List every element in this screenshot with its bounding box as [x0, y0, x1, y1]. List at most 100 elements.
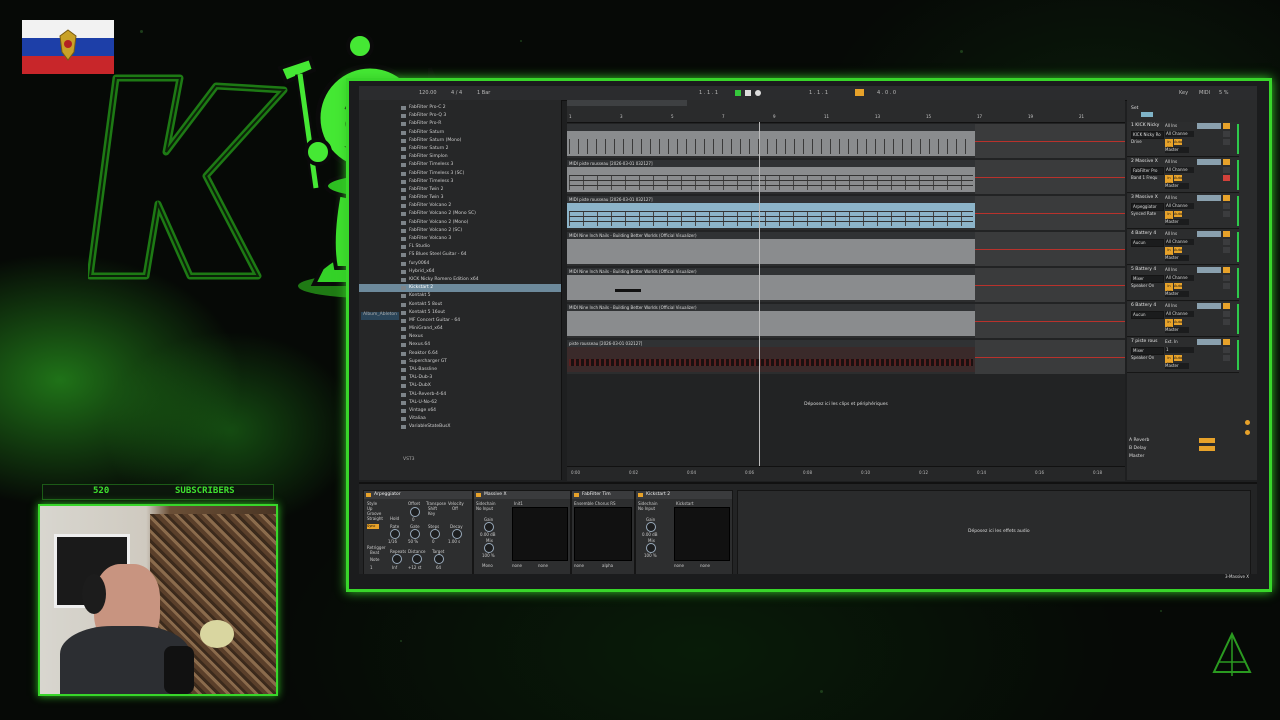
clip[interactable]	[567, 203, 975, 228]
track-lane[interactable]	[567, 124, 1125, 158]
param-chooser[interactable]: Drive	[1131, 139, 1142, 144]
return-b-send[interactable]	[1199, 446, 1215, 451]
browser-item[interactable]: FabFilter Pro-Q 3	[359, 112, 561, 120]
track-activator[interactable]	[1223, 339, 1230, 345]
clip[interactable]	[567, 311, 975, 336]
distance-knob[interactable]	[412, 554, 422, 564]
arm-button[interactable]	[1223, 283, 1230, 289]
solo-button[interactable]	[1223, 311, 1230, 317]
param-select[interactable]: none	[538, 563, 548, 568]
volume-slider[interactable]	[1197, 267, 1221, 273]
browser-item[interactable]: TAL-DubX	[359, 382, 561, 390]
volume-slider[interactable]	[1197, 231, 1221, 237]
clip-name[interactable]: MIDI Nine Inch Nails - Building Better W…	[567, 304, 977, 311]
track-activator[interactable]	[1223, 303, 1230, 309]
browser-item[interactable]: FabFilter Twin 2	[359, 186, 561, 194]
tempo-display[interactable]: 120.00	[419, 90, 437, 96]
track-lane[interactable]: MIDI Nine Inch Nails - Building Better W…	[567, 232, 1125, 266]
monitor-buttons[interactable]: InAutoOff	[1165, 283, 1189, 295]
input-type[interactable]: All Ins	[1165, 123, 1177, 128]
param-select[interactable]: alpha	[602, 563, 613, 568]
monitor-buttons[interactable]: InAutoOff	[1165, 175, 1189, 187]
channel-chooser[interactable]: All Channe	[1165, 131, 1194, 137]
track-name[interactable]: 7 piste rous	[1131, 339, 1157, 344]
browser-item[interactable]: FabFilter Pro-R	[359, 120, 561, 128]
device-chooser[interactable]: Arpeggiator	[1131, 203, 1164, 211]
param-select[interactable]: none	[512, 563, 522, 568]
volume-slider[interactable]	[1197, 303, 1221, 309]
velocity-value[interactable]: Off	[452, 506, 458, 511]
mix-knob[interactable]	[646, 543, 656, 553]
browser-item[interactable]: FabFilter Volcano 2 (SC)	[359, 227, 561, 235]
browser-item[interactable]: Vintage x64	[359, 407, 561, 415]
solo-button[interactable]	[1223, 167, 1230, 173]
browser-item-vst3[interactable]: VST3	[403, 457, 415, 462]
arrangement-ruler[interactable]: 1 3 5 7 9 11 13 15 17 19 21	[567, 100, 1125, 123]
kickstart-plugin-display[interactable]	[674, 507, 730, 561]
track-name[interactable]: 3 Massive X	[1131, 195, 1158, 200]
fabfilter-plugin-display[interactable]	[574, 507, 632, 561]
session-toggle[interactable]	[1141, 112, 1153, 117]
monitor-1[interactable]: Auto	[1174, 319, 1182, 325]
device-chooser[interactable]: Mixer	[1131, 275, 1164, 283]
kickstart-title[interactable]: Kickstart 2	[636, 491, 732, 499]
browser-item[interactable]: FabFilter Volcano 2 (Mono SC)	[359, 210, 561, 218]
mixer-strip[interactable]: 6 Battery 4 All InsAucunAll Channe InAutoO…	[1127, 302, 1239, 337]
arm-button[interactable]	[1223, 319, 1230, 325]
output-chooser[interactable]: Master	[1165, 255, 1189, 261]
browser-item[interactable]: FabFilter Pro-C 2	[359, 104, 561, 112]
track-activator[interactable]	[1223, 231, 1230, 237]
track-name[interactable]: 1 KICK Nicky	[1131, 123, 1159, 128]
track-lane[interactable]: MIDI piste rousseau [2026-03-01 032127]	[567, 160, 1125, 194]
monitor-1[interactable]: Auto	[1174, 211, 1182, 217]
record-button[interactable]	[755, 90, 761, 96]
input-type[interactable]: All Ins	[1165, 231, 1177, 236]
play-button[interactable]	[735, 90, 741, 96]
target-knob[interactable]	[434, 554, 444, 564]
browser-item[interactable]: Nexus	[359, 333, 561, 341]
param-chooser[interactable]: Band 1 Frequ	[1131, 175, 1157, 180]
track-lane[interactable]: MIDI Nine Inch Nails - Building Better W…	[567, 304, 1125, 338]
input-type[interactable]: All Ins	[1165, 267, 1177, 272]
solo-button[interactable]	[1223, 275, 1230, 281]
browser-item[interactable]: MiniGrand_x64	[359, 325, 561, 333]
repeats-knob[interactable]	[392, 554, 402, 564]
track-name[interactable]: 5 Battery 4	[1131, 267, 1156, 272]
browser-item[interactable]: TAL-Bassline	[359, 366, 561, 374]
return-a-label[interactable]: A Reverb	[1129, 438, 1149, 443]
drop-fx-area[interactable]: Déposez ici les effets audio	[737, 490, 1251, 576]
browser-item[interactable]: FabFilter Twin 3	[359, 194, 561, 202]
offset-knob[interactable]	[410, 507, 420, 517]
track-activator[interactable]	[1223, 159, 1230, 165]
browser-item[interactable]: FL Studio	[359, 243, 561, 251]
output-chooser[interactable]: Master	[1165, 183, 1189, 189]
volume-slider[interactable]	[1197, 195, 1221, 201]
crossfade-button[interactable]	[1245, 420, 1250, 425]
monitor-buttons[interactable]: InAutoOff	[1165, 355, 1189, 367]
stop-button[interactable]	[745, 90, 751, 96]
time-signature[interactable]: 4 / 4	[451, 90, 462, 96]
crossfade-button[interactable]	[1245, 430, 1250, 435]
clip-name[interactable]: piste rousseau [2026-03-01 032127]	[567, 340, 977, 347]
track-name[interactable]: 2 Massive X	[1131, 159, 1158, 164]
mix-knob[interactable]	[484, 543, 494, 553]
browser-item[interactable]: FS Blues Steel Guitar - 64	[359, 251, 561, 259]
solo-button[interactable]	[1223, 347, 1230, 353]
arpeggiator-title[interactable]: Arpeggiator	[364, 491, 472, 499]
browser-item[interactable]: fury0064	[359, 260, 561, 268]
browser-item[interactable]: Kontakt 5	[359, 292, 561, 300]
track-lane[interactable]: MIDI piste rousseau [2026-03-01 032127]	[567, 196, 1125, 230]
browser-item[interactable]: Kickstart 2	[359, 284, 561, 293]
arm-button[interactable]	[1223, 139, 1230, 145]
channel-chooser[interactable]: All Channe	[1165, 275, 1194, 281]
loop-end-display[interactable]: 4 . 0 . 0	[877, 90, 896, 96]
clip[interactable]	[567, 167, 975, 192]
monitor-buttons[interactable]: InAutoOff	[1165, 211, 1189, 223]
browser-item[interactable]: FabFilter Volcano 2 (Mono)	[359, 219, 561, 227]
clip[interactable]	[567, 347, 975, 372]
solo-button[interactable]	[1223, 203, 1230, 209]
overview-scroll[interactable]	[567, 100, 687, 106]
browser-item[interactable]: FabFilter Saturn 2	[359, 145, 561, 153]
fabfilter-preset[interactable]: Ensemble Chorus RS	[574, 501, 616, 506]
browser-item[interactable]: FabFilter Timeless 3	[359, 178, 561, 186]
